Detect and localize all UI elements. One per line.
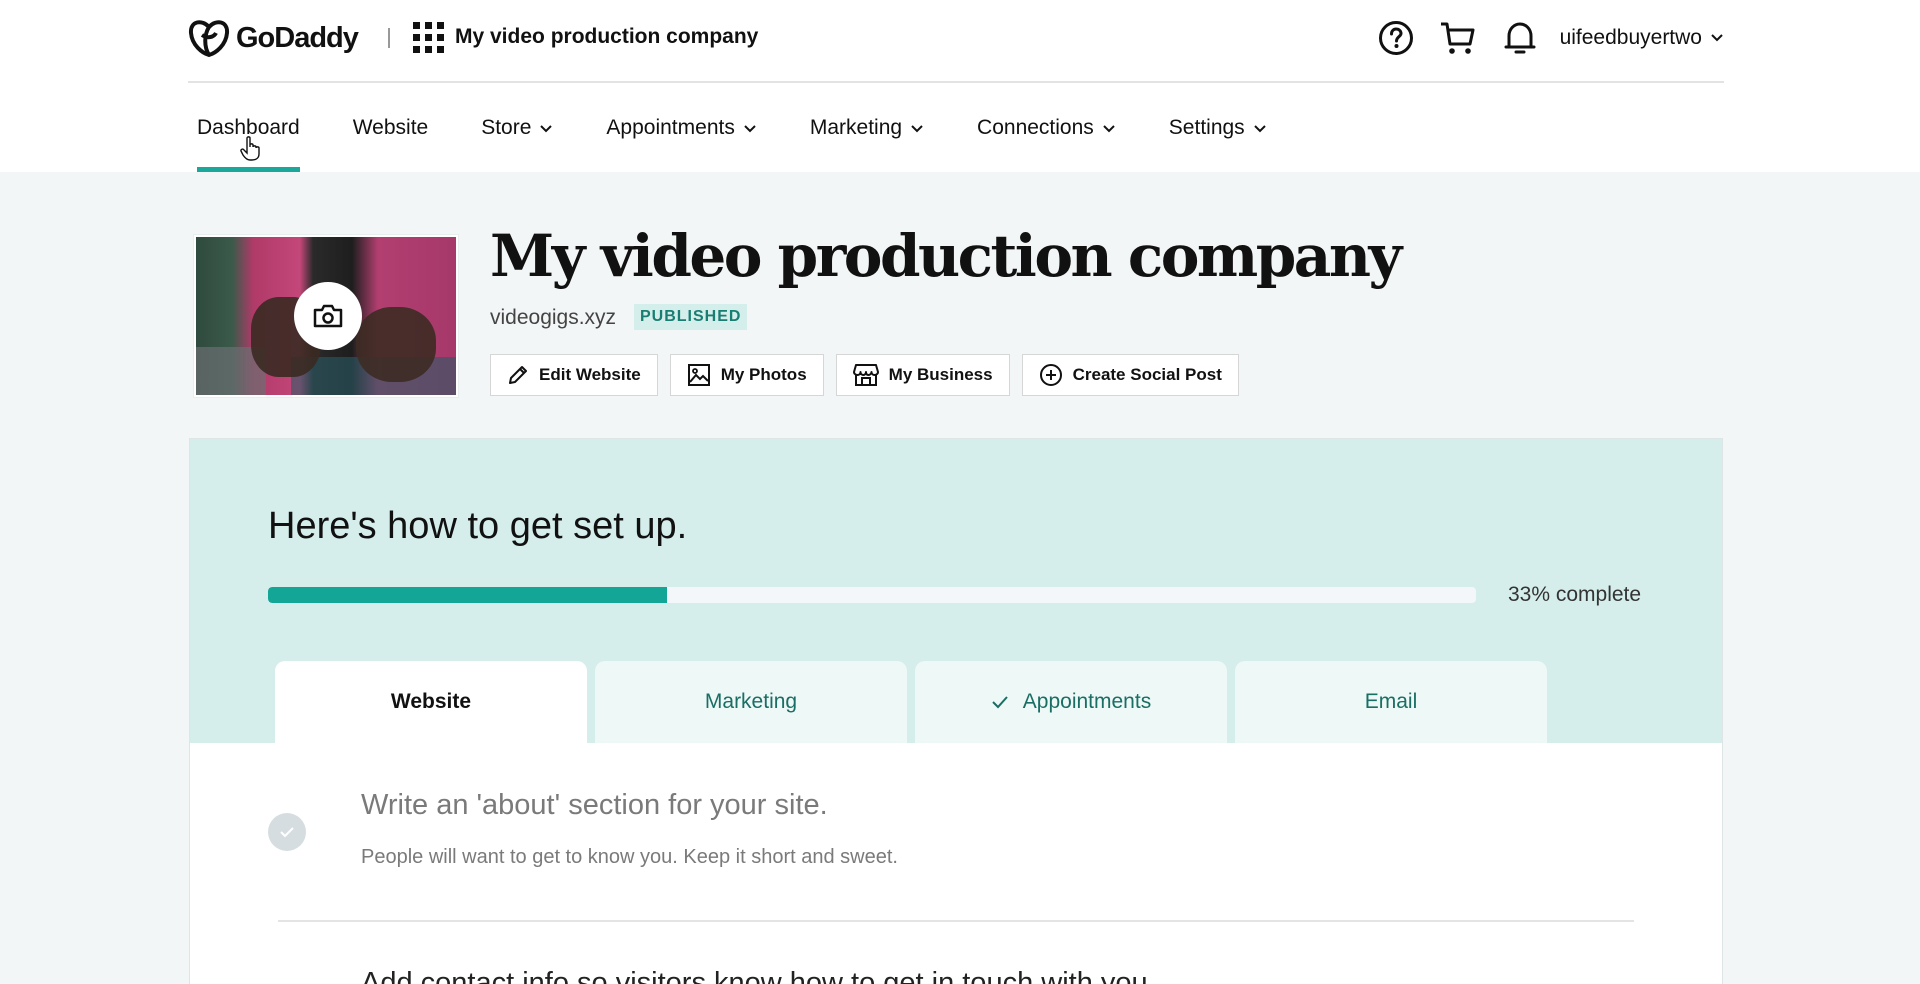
create-social-post-button[interactable]: Create Social Post (1021, 354, 1239, 396)
header: GoDaddy My video production company uife… (0, 0, 1920, 172)
nav-label: Store (481, 116, 532, 139)
apps-grid-icon[interactable] (413, 22, 444, 53)
chevron-down-icon (540, 125, 553, 133)
header-site-name[interactable]: My video production company (455, 25, 758, 49)
cart-icon (1440, 22, 1475, 54)
chevron-down-icon (1711, 34, 1723, 42)
nav-connections[interactable]: Connections (968, 100, 1116, 172)
site-actions: Edit Website My Photos My Business Creat… (490, 354, 1251, 396)
action-label: Create Social Post (1072, 365, 1222, 384)
top-bar: GoDaddy My video production company uife… (188, 0, 1724, 83)
setup-title: Here's how to get set up. (268, 505, 688, 547)
tab-email[interactable]: Email (1235, 661, 1547, 743)
page-title: My video production company (490, 222, 1402, 290)
tab-label: Marketing (704, 690, 798, 713)
brand-name: GoDaddy (236, 21, 359, 54)
nav-label: Website (352, 116, 429, 139)
action-label: My Business (888, 365, 993, 384)
header-divider (388, 28, 390, 48)
chevron-down-icon (1103, 125, 1115, 133)
plus-circle-icon (1039, 364, 1062, 386)
nav-label: Settings (1168, 116, 1245, 139)
setup-tabs: Website Marketing Appointments Email (275, 661, 1555, 743)
setup-progress-label: 33% complete (1508, 583, 1642, 606)
bell-icon (1504, 22, 1536, 54)
chevron-down-icon (1253, 125, 1266, 133)
chevron-down-icon (911, 125, 923, 133)
edit-website-button[interactable]: Edit Website (490, 354, 658, 396)
setup-progress-bar (268, 587, 1476, 603)
task-title[interactable]: Add contact info so visitors know how to… (361, 967, 1156, 984)
nav-settings[interactable]: Settings (1160, 100, 1267, 172)
nav-marketing[interactable]: Marketing (801, 100, 924, 172)
site-thumbnail[interactable] (194, 235, 458, 397)
help-icon (1378, 21, 1413, 55)
cart-button[interactable] (1438, 18, 1478, 58)
status-badge: PUBLISHED (634, 304, 748, 330)
storefront-icon (852, 364, 879, 386)
setup-card: Here's how to get set up. 33% complete W… (189, 438, 1723, 984)
setup-progress-fill (268, 587, 667, 603)
my-business-button[interactable]: My Business (835, 354, 1010, 396)
action-label: My Photos (720, 365, 807, 384)
tab-appointments[interactable]: Appointments (915, 661, 1227, 743)
checkmark-icon (280, 827, 294, 838)
nav-label: Marketing (809, 116, 903, 139)
chevron-down-icon (744, 125, 756, 133)
setup-card-header: Here's how to get set up. 33% complete W… (190, 439, 1722, 743)
tab-marketing[interactable]: Marketing (595, 661, 907, 743)
task-divider (278, 920, 1634, 922)
camera-icon (313, 304, 343, 328)
site-domain[interactable]: videogigs.xyz (490, 306, 616, 330)
my-photos-button[interactable]: My Photos (669, 354, 824, 396)
image-icon (687, 364, 710, 386)
change-photo-button[interactable] (294, 282, 362, 350)
godaddy-logo-icon (188, 20, 230, 57)
hand-cursor-icon (240, 136, 260, 161)
tab-label: Email (1364, 690, 1418, 713)
main-nav: Dashboard Website Store Appointments Mar… (188, 100, 1311, 172)
action-label: Edit Website (539, 365, 641, 384)
user-menu[interactable]: uifeedbuyertwo (1560, 26, 1724, 50)
task-description: People will want to get to know you. Kee… (361, 846, 898, 868)
tab-label: Website (390, 690, 472, 713)
pencil-icon (509, 366, 527, 384)
nav-label: Appointments (606, 116, 735, 139)
nav-appointments[interactable]: Appointments (597, 100, 756, 172)
nav-label: Connections (977, 116, 1094, 139)
help-button[interactable] (1376, 18, 1416, 58)
godaddy-logo[interactable]: GoDaddy (188, 18, 359, 58)
nav-store[interactable]: Store (472, 100, 553, 172)
nav-website[interactable]: Website (344, 100, 428, 172)
username: uifeedbuyertwo (1559, 26, 1702, 49)
checkmark-icon (992, 696, 1008, 709)
task-complete-toggle[interactable] (268, 813, 306, 851)
task-title: Write an 'about' section for your site. (361, 789, 828, 821)
notifications-button[interactable] (1500, 18, 1540, 58)
tab-website[interactable]: Website (275, 661, 587, 743)
tab-label: Appointments (1022, 690, 1152, 713)
